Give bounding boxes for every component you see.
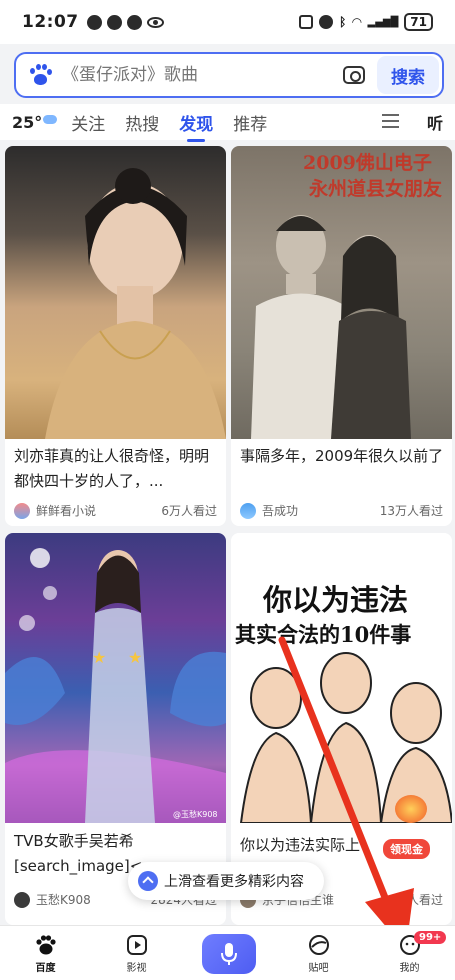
scroll-hint-label: 上滑查看更多精彩内容 [164, 874, 304, 890]
temperature: 25° [12, 112, 43, 132]
nav-tieba[interactable]: 贴吧 [273, 926, 364, 980]
play-icon [126, 935, 147, 955]
microphone-icon [221, 943, 237, 965]
card-image: 2009佛山电子 永州道县女朋友 [231, 146, 452, 439]
tab-recommend[interactable]: 推荐 [233, 110, 267, 135]
feed-tabs: 25° 关注 热搜 发现 推荐 听 [0, 104, 455, 142]
menu-icon[interactable] [382, 114, 399, 128]
app-notification-icon [106, 14, 122, 30]
author-avatar [14, 891, 30, 908]
battery-indicator: 71 [404, 13, 433, 31]
nav-profile[interactable]: 我的 99+ [364, 926, 455, 980]
listen-button[interactable]: 听 [427, 110, 443, 134]
image-watermark: @玉愁K908 [173, 810, 218, 819]
cloud-icon [43, 114, 58, 124]
eye-icon [146, 16, 164, 28]
app-notification-icon [126, 14, 142, 30]
red-envelope-icon [395, 795, 427, 823]
svg-text:★: ★ [92, 648, 106, 667]
view-count: 6万人看过 [161, 504, 217, 518]
tab-follow[interactable]: 关注 [71, 110, 105, 135]
nav-baidu[interactable]: 百度 [0, 926, 91, 980]
cash-promo-label[interactable]: 领现金 [383, 839, 430, 859]
card-image: ★ ★ @玉愁K908 [5, 533, 226, 823]
chevron-up-icon [138, 871, 158, 891]
status-bar: 12:07 ᛒ ◠ ▂▄▆█ 71 [0, 0, 455, 44]
card-image [5, 146, 226, 439]
nav-label: 我的 [399, 963, 420, 974]
status-time: 12:07 [22, 12, 79, 32]
notification-badge: 99+ [414, 931, 447, 944]
camera-search-icon[interactable] [343, 66, 365, 84]
nav-label: 贴吧 [308, 963, 329, 974]
couple-photo-illustration [251, 215, 411, 439]
signal-icon: ▂▄▆█ [367, 16, 399, 28]
nav-label: 百度 [35, 963, 56, 974]
feed-card[interactable]: 2009佛山电子 永州道县女朋友 事隔多年，2009年很久以前了 吾成功 13万… [231, 146, 452, 526]
tab-hot-search[interactable]: 热搜 [125, 110, 159, 135]
alarm-icon [319, 15, 334, 29]
nav-label: 影视 [126, 963, 147, 974]
author-avatar [14, 502, 30, 519]
card-title: 刘亦菲真的让人很奇怪，明明都快四十岁的人了，... [14, 447, 210, 490]
author-name: 玉愁K908 [36, 893, 91, 907]
search-button[interactable]: 搜索 [377, 56, 439, 94]
author-name: 鲜鲜看小说 [36, 504, 97, 518]
search-bar[interactable]: 搜索 [14, 52, 444, 98]
voice-search-button[interactable] [202, 934, 256, 974]
author-name: 吾成功 [262, 504, 299, 518]
bluetooth-icon: ᛒ [339, 15, 347, 29]
tieba-icon [308, 935, 329, 955]
view-count: 万人看过 [394, 893, 443, 907]
feed-card[interactable]: 刘亦菲真的让人很奇怪，明明都快四十岁的人了，... 鲜鲜看小说 6万人看过 [5, 146, 226, 526]
cash-promo-badge[interactable] [385, 795, 427, 823]
app-notification-icon [86, 14, 102, 30]
nfc-icon [299, 15, 314, 29]
svg-text:★: ★ [128, 648, 142, 667]
portrait-illustration [45, 168, 226, 439]
view-count: 13万人看过 [379, 504, 443, 518]
card-image: 你以为违法 其实合法的10件事 [231, 533, 452, 823]
card-title: 事隔多年，2009年很久以前了 [240, 447, 444, 465]
wifi-icon: ◠ [352, 15, 362, 29]
tab-discover[interactable]: 发现 [179, 110, 213, 142]
search-input[interactable] [62, 65, 343, 85]
weather-widget[interactable]: 25° [12, 112, 58, 132]
baidu-paw-icon [28, 63, 52, 87]
baidu-paw-icon [35, 935, 56, 955]
stage-performer-illustration: ★ ★ [5, 548, 226, 823]
cartoon-men-illustration [239, 652, 452, 823]
nav-video[interactable]: 影视 [91, 926, 182, 980]
author-avatar [240, 502, 256, 519]
scroll-hint-toast[interactable]: 上滑查看更多精彩内容 [128, 862, 324, 900]
